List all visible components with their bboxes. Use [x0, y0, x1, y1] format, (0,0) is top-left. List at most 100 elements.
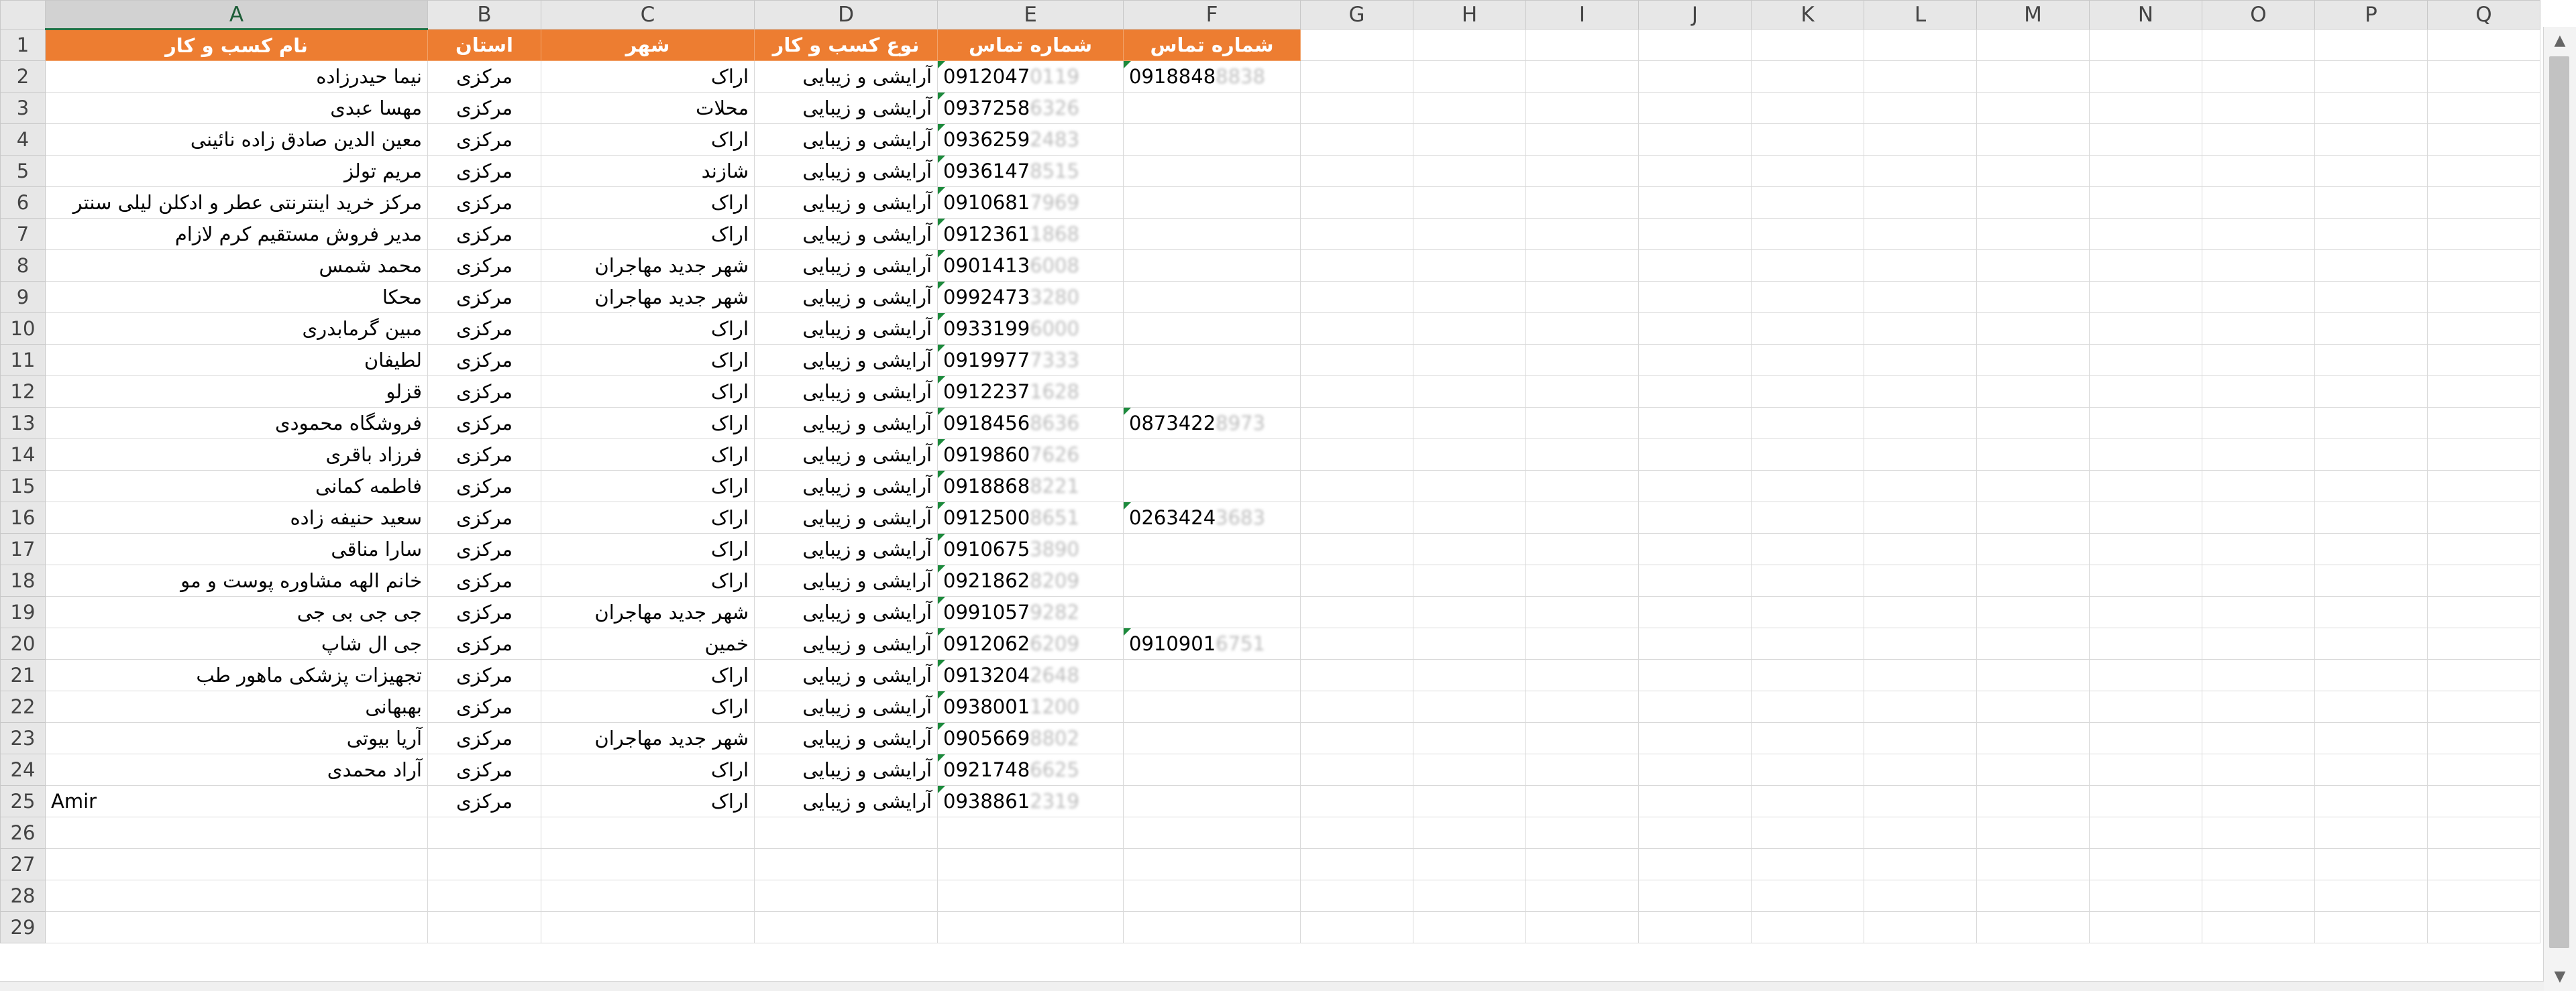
province-cell[interactable]: مرکزی — [427, 344, 541, 376]
empty-cell[interactable] — [1638, 344, 1752, 376]
business-name-cell[interactable]: خانم الهه مشاوره پوست و مو — [45, 565, 428, 597]
empty-cell[interactable] — [427, 911, 541, 943]
number-as-text-indicator-icon[interactable] — [1124, 408, 1131, 415]
empty-cell[interactable] — [1976, 218, 2090, 250]
empty-cell[interactable] — [1525, 312, 1639, 345]
empty-cell[interactable] — [1976, 29, 2090, 61]
row-header[interactable]: 28 — [0, 880, 46, 912]
empty-cell[interactable] — [2314, 155, 2428, 187]
empty-cell[interactable] — [2427, 596, 2540, 628]
row-header[interactable]: 14 — [0, 439, 46, 471]
city-cell[interactable]: شهر جدید مهاجران — [541, 281, 755, 313]
province-cell[interactable]: مرکزی — [427, 312, 541, 345]
empty-cell[interactable] — [1864, 722, 1977, 754]
empty-cell[interactable] — [2427, 470, 2540, 502]
empty-cell[interactable] — [2427, 785, 2540, 817]
number-as-text-indicator-icon[interactable] — [938, 345, 945, 352]
empty-cell[interactable] — [2427, 565, 2540, 597]
empty-cell[interactable] — [1638, 785, 1752, 817]
empty-cell[interactable] — [1864, 880, 1977, 912]
column-header-a[interactable]: A — [45, 0, 428, 30]
empty-cell[interactable] — [1751, 659, 1864, 691]
empty-cell[interactable] — [754, 911, 938, 943]
empty-cell[interactable] — [1413, 628, 1526, 660]
phone-cell[interactable]: 02634243683 — [1123, 502, 1301, 534]
empty-cell[interactable] — [2314, 312, 2428, 345]
empty-cell[interactable] — [45, 848, 428, 880]
province-cell[interactable]: مرکزی — [427, 596, 541, 628]
empty-cell[interactable] — [1123, 155, 1301, 187]
empty-cell[interactable] — [2089, 911, 2202, 943]
empty-cell[interactable] — [1976, 691, 2090, 723]
empty-cell[interactable] — [2427, 628, 2540, 660]
row-header[interactable]: 20 — [0, 628, 46, 660]
empty-cell[interactable] — [1413, 848, 1526, 880]
empty-cell[interactable] — [1976, 123, 2090, 156]
business-type-cell[interactable]: آرایشی و زیبایی — [754, 754, 938, 786]
empty-cell[interactable] — [1525, 911, 1639, 943]
empty-cell[interactable] — [1751, 533, 1864, 565]
empty-cell[interactable] — [1123, 533, 1301, 565]
empty-cell[interactable] — [1864, 691, 1977, 723]
number-as-text-indicator-icon[interactable] — [938, 93, 945, 100]
empty-cell[interactable] — [1413, 691, 1526, 723]
empty-cell[interactable] — [1864, 92, 1977, 124]
province-cell[interactable]: مرکزی — [427, 439, 541, 471]
row-header[interactable]: 9 — [0, 281, 46, 313]
number-as-text-indicator-icon[interactable] — [938, 187, 945, 194]
empty-cell[interactable] — [1864, 817, 1977, 849]
phone-cell[interactable]: 09132042648 — [937, 659, 1124, 691]
business-name-cell[interactable]: فاطمه کمانی — [45, 470, 428, 502]
empty-cell[interactable] — [1751, 470, 1864, 502]
empty-cell[interactable] — [1976, 312, 2090, 345]
empty-cell[interactable] — [1525, 754, 1639, 786]
business-type-cell[interactable]: آرایشی و زیبایی — [754, 470, 938, 502]
number-as-text-indicator-icon[interactable] — [938, 219, 945, 226]
empty-cell[interactable] — [1864, 596, 1977, 628]
row-header[interactable]: 3 — [0, 92, 46, 124]
empty-cell[interactable] — [2427, 123, 2540, 156]
phone-cell[interactable]: 09910579282 — [937, 596, 1124, 628]
empty-cell[interactable] — [1123, 312, 1301, 345]
empty-cell[interactable] — [1300, 344, 1413, 376]
empty-cell[interactable] — [2202, 375, 2315, 408]
business-name-cell[interactable]: فروشگاه محمودی — [45, 407, 428, 439]
empty-cell[interactable] — [1300, 596, 1413, 628]
empty-cell[interactable] — [1864, 344, 1977, 376]
empty-cell[interactable] — [2202, 754, 2315, 786]
province-cell[interactable]: مرکزی — [427, 502, 541, 534]
phone-cell[interactable]: 09331996000 — [937, 312, 1124, 345]
business-name-cell[interactable]: مریم تولز — [45, 155, 428, 187]
empty-cell[interactable] — [1123, 470, 1301, 502]
business-type-cell[interactable]: آرایشی و زیبایی — [754, 533, 938, 565]
empty-cell[interactable] — [1976, 375, 2090, 408]
empty-cell[interactable] — [2314, 407, 2428, 439]
city-cell[interactable]: اراک — [541, 344, 755, 376]
empty-cell[interactable] — [1123, 218, 1301, 250]
empty-cell[interactable] — [1751, 155, 1864, 187]
row-header[interactable]: 24 — [0, 754, 46, 786]
empty-cell[interactable] — [1300, 249, 1413, 282]
empty-cell[interactable] — [2314, 344, 2428, 376]
empty-cell[interactable] — [937, 848, 1124, 880]
empty-cell[interactable] — [1976, 596, 2090, 628]
business-type-cell[interactable]: آرایشی و زیبایی — [754, 407, 938, 439]
empty-cell[interactable] — [1751, 502, 1864, 534]
business-type-cell[interactable]: آرایشی و زیبایی — [754, 155, 938, 187]
empty-cell[interactable] — [1751, 407, 1864, 439]
empty-cell[interactable] — [541, 880, 755, 912]
empty-cell[interactable] — [1976, 249, 2090, 282]
header-cell-f[interactable]: شماره تماس — [1123, 29, 1301, 61]
empty-cell[interactable] — [2427, 533, 2540, 565]
empty-cell[interactable] — [1525, 880, 1639, 912]
empty-cell[interactable] — [1751, 691, 1864, 723]
number-as-text-indicator-icon[interactable] — [938, 376, 945, 384]
empty-cell[interactable] — [2089, 691, 2202, 723]
phone-cell[interactable]: 09184568636 — [937, 407, 1124, 439]
empty-cell[interactable] — [2202, 565, 2315, 597]
empty-cell[interactable] — [1864, 281, 1977, 313]
row-header[interactable]: 19 — [0, 596, 46, 628]
empty-cell[interactable] — [2202, 722, 2315, 754]
business-name-cell[interactable]: Amir — [45, 785, 428, 817]
empty-cell[interactable] — [1300, 722, 1413, 754]
